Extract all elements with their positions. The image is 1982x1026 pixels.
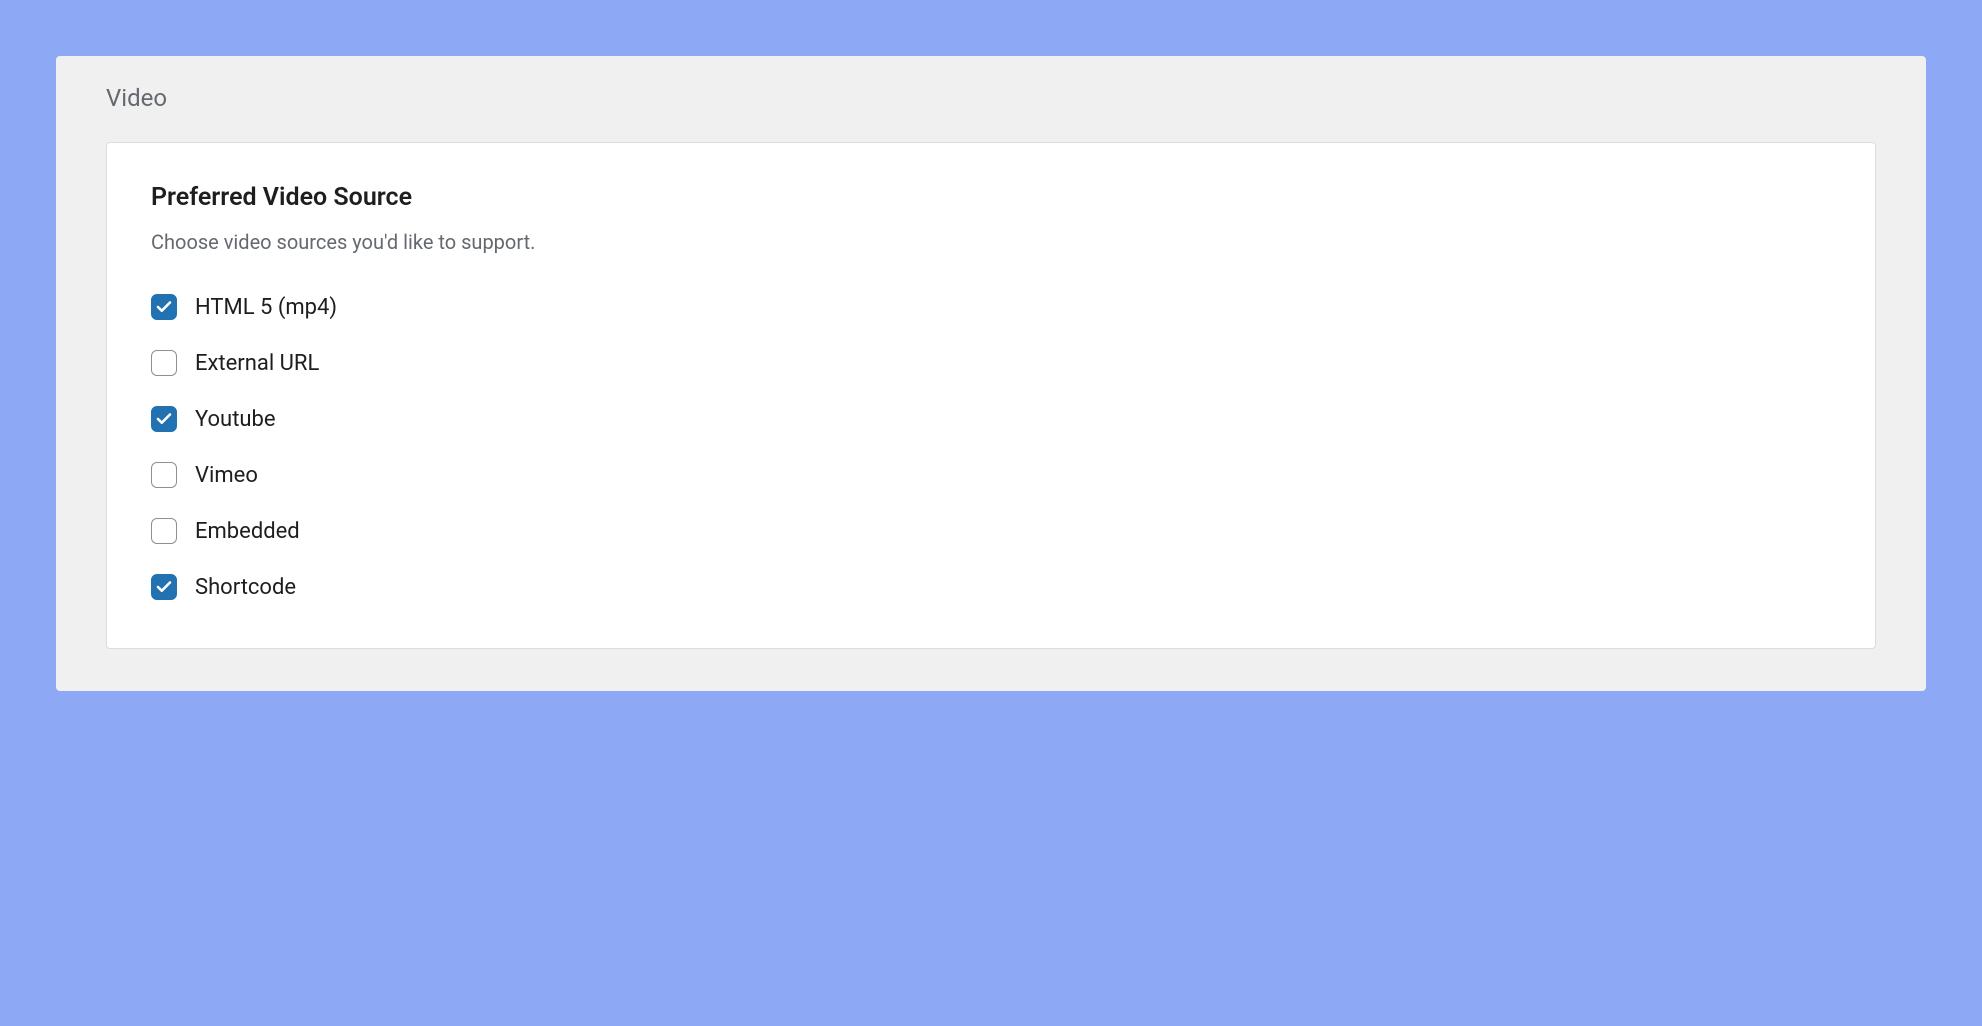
section-description: Choose video sources you'd like to suppo…	[151, 230, 1831, 254]
video-settings-panel: Video Preferred Video Source Choose vide…	[56, 56, 1926, 691]
checkbox-vimeo[interactable]	[151, 462, 177, 488]
option-label: External URL	[195, 351, 319, 376]
option-label: Shortcode	[195, 575, 296, 600]
option-external-url[interactable]: External URL	[151, 350, 1831, 376]
option-html5[interactable]: HTML 5 (mp4)	[151, 294, 1831, 320]
check-icon	[155, 578, 173, 596]
video-source-options: HTML 5 (mp4) External URL Youtube Vimeo	[151, 294, 1831, 600]
checkbox-external-url[interactable]	[151, 350, 177, 376]
option-label: Embedded	[195, 519, 300, 544]
panel-title: Video	[106, 84, 1876, 112]
checkbox-html5[interactable]	[151, 294, 177, 320]
settings-card: Preferred Video Source Choose video sour…	[106, 142, 1876, 649]
option-label: Youtube	[195, 407, 276, 432]
option-vimeo[interactable]: Vimeo	[151, 462, 1831, 488]
check-icon	[155, 410, 173, 428]
option-label: Vimeo	[195, 463, 258, 488]
option-label: HTML 5 (mp4)	[195, 295, 337, 320]
option-youtube[interactable]: Youtube	[151, 406, 1831, 432]
option-shortcode[interactable]: Shortcode	[151, 574, 1831, 600]
check-icon	[155, 298, 173, 316]
checkbox-youtube[interactable]	[151, 406, 177, 432]
option-embedded[interactable]: Embedded	[151, 518, 1831, 544]
section-heading: Preferred Video Source	[151, 183, 1831, 212]
checkbox-embedded[interactable]	[151, 518, 177, 544]
checkbox-shortcode[interactable]	[151, 574, 177, 600]
